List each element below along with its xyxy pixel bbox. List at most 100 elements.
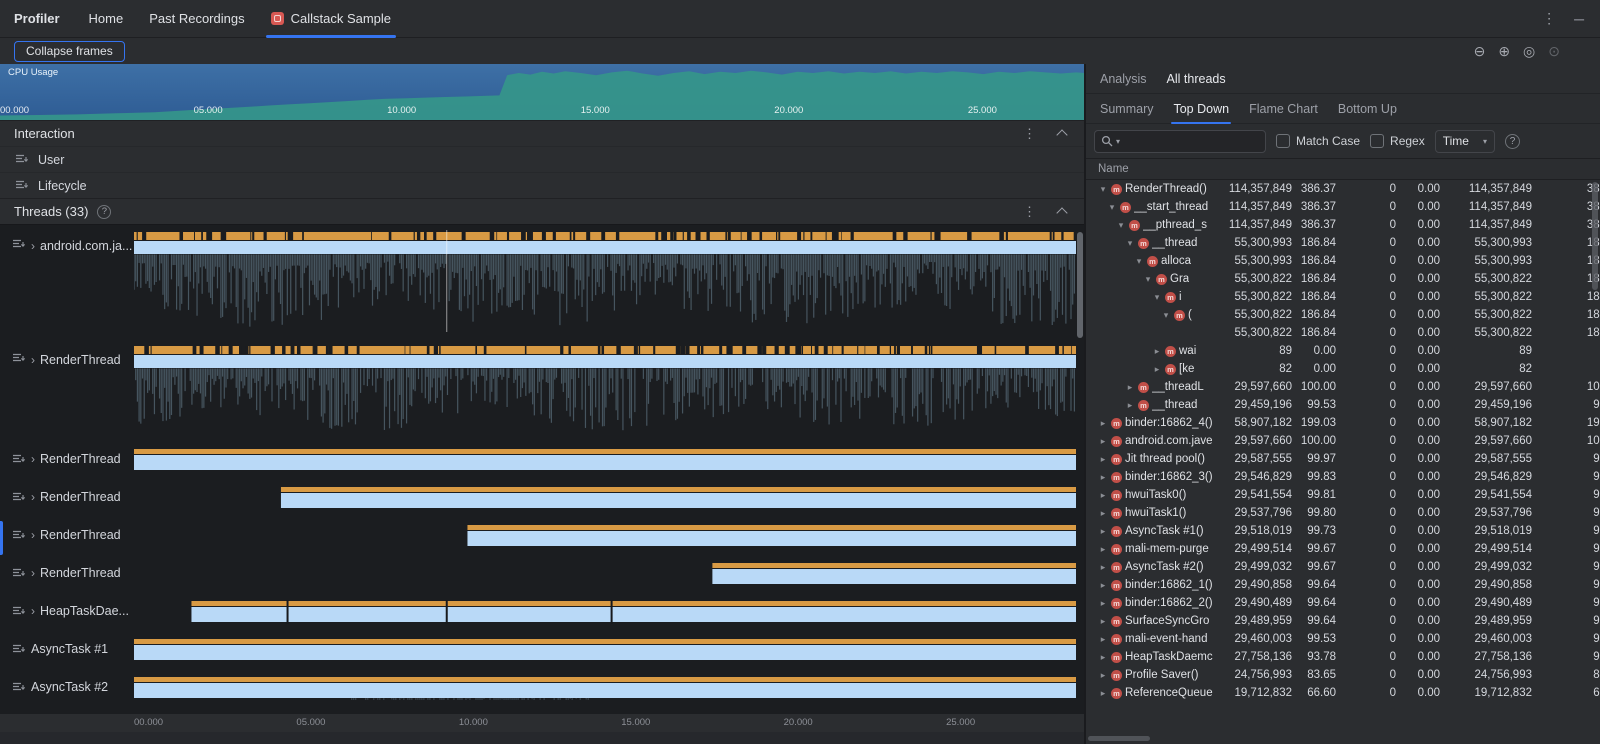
table-horizontal-scrollbar[interactable] [1088, 736, 1150, 741]
tab-analysis[interactable]: Analysis [1090, 64, 1157, 93]
tab-callstack-sample[interactable]: Callstack Sample [258, 0, 404, 37]
tree-table-row[interactable]: ▸mbinder:16862_1()29,490,85899.6400.0029… [1096, 576, 1600, 594]
chevron-right-icon[interactable]: › [31, 452, 35, 466]
thread-timeline[interactable] [134, 674, 1076, 700]
collapse-frames-button[interactable]: Collapse frames [14, 41, 125, 62]
chevron-down-icon[interactable]: ▾ [1098, 184, 1108, 195]
tree-table-row[interactable]: ▸mAsyncTask #1()29,518,01999.7300.0029,5… [1096, 522, 1600, 540]
chevron-right-icon[interactable]: ▸ [1098, 652, 1108, 663]
search-history-caret-icon[interactable]: ▾ [1116, 137, 1120, 146]
chevron-right-icon[interactable]: ▸ [1098, 670, 1108, 681]
tree-table-row[interactable]: ▸mbinder:16862_4()58,907,182199.0300.005… [1096, 414, 1600, 432]
thread-track[interactable]: AsyncTask #2 [0, 674, 1084, 700]
chevron-down-icon[interactable]: ▾ [1125, 238, 1135, 249]
table-vertical-scrollbar[interactable] [1592, 182, 1598, 290]
chevron-down-icon[interactable]: ▾ [1161, 310, 1171, 321]
collapse-section-icon[interactable] [1056, 129, 1067, 140]
tree-table-row[interactable]: ▸mmali-event-hand29,460,00399.5300.0029,… [1096, 630, 1600, 648]
thread-timeline[interactable] [134, 344, 1076, 434]
chevron-right-icon[interactable]: › [31, 528, 35, 542]
thread-timeline[interactable] [134, 560, 1076, 586]
timeline-vertical-scrollbar[interactable] [1077, 232, 1083, 338]
checkbox-icon[interactable] [1370, 134, 1384, 148]
chevron-right-icon[interactable]: ▸ [1098, 526, 1108, 537]
cpu-usage-chart[interactable]: CPU Usage 00.00005.00010.00015.00020.000… [0, 64, 1084, 120]
chevron-right-icon[interactable]: ▸ [1098, 598, 1108, 609]
chevron-right-icon[interactable]: ▸ [1098, 634, 1108, 645]
tree-table-row[interactable]: ▸m__threadL29,597,660100.0000.0029,597,6… [1096, 378, 1600, 396]
tree-table-row[interactable]: ▸mwai890.0000.00890.00 [1096, 342, 1600, 360]
tab-home[interactable]: Home [76, 0, 137, 37]
match-case-checkbox[interactable]: Match Case [1276, 134, 1360, 148]
search-input[interactable] [1123, 134, 1259, 148]
tree-table-row[interactable]: ▾mRenderThread()114,357,849386.3700.0011… [1096, 180, 1600, 198]
zoom-in-icon[interactable]: ⊕ [1498, 43, 1510, 60]
section-options-icon[interactable]: ⋮ [1023, 126, 1036, 142]
collapse-section-icon[interactable] [1056, 207, 1067, 218]
chevron-right-icon[interactable]: › [31, 566, 35, 580]
chevron-right-icon[interactable]: ▸ [1098, 454, 1108, 465]
thread-track[interactable]: ›HeapTaskDae... [0, 598, 1084, 624]
thread-timeline[interactable] [134, 522, 1076, 548]
checkbox-icon[interactable] [1276, 134, 1290, 148]
tree-table-row[interactable]: ▸mReferenceQueue19,712,83266.6000.0019,7… [1096, 684, 1600, 702]
chevron-right-icon[interactable]: › [31, 604, 35, 618]
chevron-right-icon[interactable]: ▸ [1125, 400, 1135, 411]
tree-table-row[interactable]: ▸m[ke820.0000.00820.00 [1096, 360, 1600, 378]
tree-table-row[interactable]: ▸mmali-mem-purge29,499,51499.6700.0029,4… [1096, 540, 1600, 558]
chevron-right-icon[interactable]: › [31, 239, 35, 253]
chevron-right-icon[interactable]: ▸ [1098, 580, 1108, 591]
time-units-dropdown[interactable]: Time ▾ [1435, 130, 1495, 153]
tab-past-recordings[interactable]: Past Recordings [136, 0, 257, 37]
chevron-right-icon[interactable]: ▸ [1098, 616, 1108, 627]
section-options-icon[interactable]: ⋮ [1023, 204, 1036, 220]
chevron-right-icon[interactable]: ▸ [1098, 544, 1108, 555]
tab-summary[interactable]: Summary [1090, 94, 1163, 123]
thread-track[interactable]: ›RenderThread [0, 446, 1084, 472]
tab-top-down[interactable]: Top Down [1163, 94, 1239, 123]
reset-zoom-icon[interactable]: ◎ [1523, 43, 1535, 60]
window-options-icon[interactable]: ⋮ [1542, 10, 1556, 27]
tree-table-row[interactable]: ▾mGra55,300,822186.8400.0055,300,822186.… [1096, 270, 1600, 288]
thread-timeline[interactable] [134, 446, 1076, 472]
tree-table-row[interactable]: ▸mJit thread pool()29,587,55599.9700.002… [1096, 450, 1600, 468]
interaction-row-lifecycle[interactable]: Lifecycle [0, 172, 1084, 198]
tree-table-row[interactable]: 55,300,822186.8400.0055,300,822186.84 [1096, 324, 1600, 342]
tree-table-row[interactable]: ▸mhwuiTask1()29,537,79699.8000.0029,537,… [1096, 504, 1600, 522]
chevron-right-icon[interactable]: ▸ [1098, 688, 1108, 699]
chevron-right-icon[interactable]: › [31, 490, 35, 504]
tree-table-row[interactable]: ▾m__start_thread114,357,849386.3700.0011… [1096, 198, 1600, 216]
zoom-out-icon[interactable]: ⊖ [1474, 43, 1486, 60]
tree-table-row[interactable]: ▾m(55,300,822186.8400.0055,300,822186.84 [1096, 306, 1600, 324]
column-header[interactable]: Name [1096, 163, 1600, 175]
tree-table-row[interactable]: ▸m__thread29,459,19699.5300.0029,459,196… [1096, 396, 1600, 414]
thread-track[interactable]: ›android.com.ja... [0, 230, 1084, 332]
thread-track[interactable]: ›RenderThread [0, 484, 1084, 510]
tree-table-row[interactable]: ▸mHeapTaskDaemc27,758,13693.7800.0027,75… [1096, 648, 1600, 666]
tree-table-row[interactable]: ▾m__pthread_s114,357,849386.3700.00114,3… [1096, 216, 1600, 234]
tree-table-row[interactable]: ▾malloca55,300,993186.8400.0055,300,9931… [1096, 252, 1600, 270]
chevron-right-icon[interactable]: ▸ [1098, 490, 1108, 501]
tree-table-row[interactable]: ▸mbinder:16862_3()29,546,82999.8300.0029… [1096, 468, 1600, 486]
chevron-right-icon[interactable]: ▸ [1125, 382, 1135, 393]
thread-track[interactable]: ›RenderThread [0, 522, 1084, 548]
tree-table-row[interactable]: ▸mhwuiTask0()29,541,55499.8100.0029,541,… [1096, 486, 1600, 504]
tree-table-row[interactable]: ▾m__thread55,300,993186.8400.0055,300,99… [1096, 234, 1600, 252]
chevron-down-icon[interactable]: ▾ [1134, 256, 1144, 267]
tree-table-row[interactable]: ▸mSurfaceSyncGro29,489,95999.6400.0029,4… [1096, 612, 1600, 630]
chevron-right-icon[interactable]: ▸ [1152, 364, 1162, 375]
thread-track[interactable]: ›RenderThread [0, 344, 1084, 434]
chevron-right-icon[interactable]: ▸ [1098, 508, 1108, 519]
chevron-down-icon[interactable]: ▾ [1143, 274, 1153, 285]
thread-timeline[interactable] [134, 636, 1076, 662]
zoom-to-selection-icon[interactable]: ⊙ [1548, 43, 1560, 60]
chevron-right-icon[interactable]: ▸ [1152, 346, 1162, 357]
tree-table-row[interactable]: ▸mbinder:16862_2()29,490,48999.6400.0029… [1096, 594, 1600, 612]
thread-timeline[interactable] [134, 598, 1076, 624]
chevron-down-icon[interactable]: ▾ [1116, 220, 1126, 231]
thread-track[interactable]: ›RenderThread [0, 560, 1084, 586]
chevron-right-icon[interactable]: › [31, 353, 35, 367]
help-icon[interactable]: ? [1505, 134, 1520, 149]
tree-table-row[interactable]: ▸mAsyncTask #2()29,499,03299.6700.0029,4… [1096, 558, 1600, 576]
minimize-icon[interactable]: ─ [1574, 11, 1584, 27]
